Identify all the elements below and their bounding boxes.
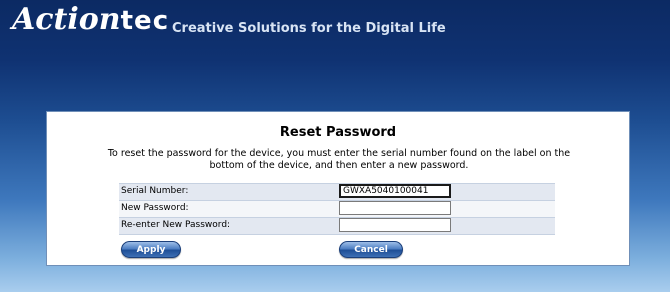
serial-number-label: Serial Number: — [121, 186, 189, 196]
instructions-text: To reset the password for the device, yo… — [107, 148, 571, 171]
new-password-row: New Password: — [119, 200, 555, 217]
page-title: Reset Password — [279, 125, 397, 140]
serial-number-input[interactable] — [339, 184, 451, 198]
brand-header: Actiontec — [12, 2, 169, 38]
apply-button[interactable]: Apply — [121, 241, 181, 258]
new-password-input[interactable] — [339, 201, 451, 215]
actiontec-logo: Actiontec — [12, 2, 169, 39]
reenter-password-input[interactable] — [339, 218, 451, 232]
reset-password-form: Serial Number: New Password: Re-enter Ne… — [119, 183, 555, 235]
logo-main-text: Action — [12, 1, 121, 37]
cancel-button[interactable]: Cancel — [339, 241, 403, 258]
logo-tec-text: tec — [120, 5, 170, 36]
serial-number-row: Serial Number: — [119, 183, 555, 200]
reenter-password-label: Re-enter New Password: — [121, 220, 231, 230]
reset-password-panel: Reset Password To reset the password for… — [46, 111, 630, 266]
reenter-password-row: Re-enter New Password: — [119, 217, 555, 235]
tagline: Creative Solutions for the Digital Life — [172, 21, 446, 36]
new-password-label: New Password: — [121, 203, 189, 213]
